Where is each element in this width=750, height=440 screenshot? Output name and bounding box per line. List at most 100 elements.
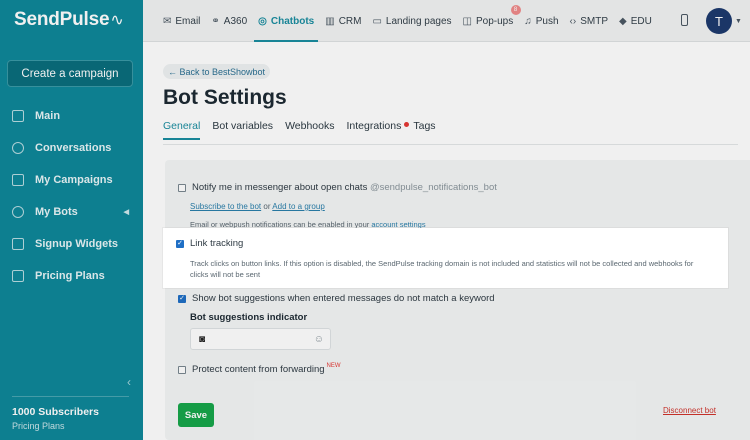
tab-integrations[interactable]: Integrations (346, 120, 410, 140)
notify-row: Notify me in messenger about open chats … (178, 182, 497, 193)
collapse-icon[interactable]: ‹ (127, 375, 131, 389)
popups-badge: 8 (510, 5, 521, 15)
page-title: Bot Settings (163, 86, 287, 109)
crm-icon: ▥ (325, 15, 335, 27)
nav-label: Landing pages (385, 15, 452, 27)
sidebar: SendPulse∿ Create a campaign Main Conver… (0, 0, 143, 440)
sidebar-item-label: My Bots (35, 206, 78, 218)
graduation-icon: ◆ (619, 15, 627, 27)
pricing-plans-link[interactable]: Pricing Plans (12, 421, 65, 431)
create-campaign-button[interactable]: Create a campaign (7, 60, 133, 87)
home-icon (12, 110, 24, 122)
link-tracking-label: Link tracking (190, 238, 244, 249)
tabs: General Bot variables Webhooks Integrati… (163, 120, 448, 140)
bot-icon (12, 206, 24, 218)
sidebar-nav: Main Conversations My Campaigns My Bots ◀… (0, 100, 143, 292)
bell-icon: ♫ (524, 15, 532, 27)
top-nav: ✉ Email ⚭ A360 ◎ Chatbots ▥ CRM ▭ Landing pag… (163, 0, 663, 42)
nav-label: Email (175, 15, 201, 27)
chat-icon: ◎ (258, 15, 267, 27)
chat-icon (12, 142, 24, 154)
nav-smtp[interactable]: ‹› SMTP (570, 0, 608, 42)
sidebar-item-campaigns[interactable]: My Campaigns (0, 164, 143, 196)
suggestions-row: ✓ Show bot suggestions when entered mess… (178, 293, 495, 304)
suggestions-checkbox[interactable]: ✓ (178, 294, 186, 303)
divider (12, 396, 129, 397)
link-tracking-highlight: ✓ Link tracking Track clicks on button l… (163, 228, 728, 288)
sidebar-item-label: Signup Widgets (35, 238, 119, 250)
protect-row: Protect content from forwarding NEW (178, 362, 341, 375)
a360-icon: ⚭ (211, 15, 220, 27)
sidebar-item-main[interactable]: Main (0, 100, 143, 132)
tabs-divider (163, 144, 738, 145)
code-icon: ‹› (569, 15, 577, 27)
suggestions-indicator-label: Bot suggestions indicator (190, 312, 308, 323)
notify-bot-handle: @sendpulse_notifications_bot (369, 182, 497, 193)
nav-push[interactable]: ♫ Push (524, 0, 558, 42)
nav-edu[interactable]: ◆ EDU (619, 0, 652, 42)
link-tracking-checkbox[interactable]: ✓ (176, 239, 184, 248)
subscribers-count: 1000 Subscribers (12, 406, 99, 418)
nav-landing[interactable]: ▭ Landing pages (372, 0, 451, 42)
suggestions-label: Show bot suggestions when entered messag… (192, 293, 495, 304)
tab-tags[interactable]: Tags (413, 120, 435, 140)
nav-label: Pop-ups (476, 15, 514, 27)
sidebar-item-label: Main (35, 110, 61, 122)
subscribe-link[interactable]: Subscribe to the bot (190, 202, 261, 211)
protect-checkbox[interactable] (178, 365, 186, 374)
link-tracking-description: Track clicks on button links. If this op… (190, 259, 694, 279)
sidebar-item-widgets[interactable]: Signup Widgets (0, 228, 143, 260)
nav-chatbots[interactable]: ◎ Chatbots (254, 0, 319, 42)
landing-icon: ▭ (372, 15, 382, 27)
sidebar-item-label: Pricing Plans (35, 270, 105, 282)
caret-left-icon: ◀ (123, 209, 129, 216)
nav-label: SMTP (580, 15, 608, 27)
nav-popups[interactable]: ◫ Pop-ups 8 (462, 0, 521, 42)
settings-card: Notify me in messenger about open chats … (165, 160, 750, 440)
nav-label: A360 (223, 15, 248, 27)
subscribe-row: Subscribe to the bot or Add to a group (190, 201, 325, 212)
campaigns-icon (12, 174, 24, 186)
nav-label: Push (535, 15, 559, 27)
sidebar-item-pricing[interactable]: Pricing Plans (0, 260, 143, 292)
tab-bot-variables[interactable]: Bot variables (212, 120, 273, 140)
logo-text: SendPulse (14, 9, 110, 30)
nav-label: Chatbots (270, 15, 315, 27)
envelope-icon: ✉ (163, 15, 172, 27)
suggestions-indicator-input[interactable]: ◙ ☺ (190, 328, 331, 350)
sidebar-item-label: My Campaigns (35, 174, 113, 186)
smiley-icon[interactable]: ☺ (314, 334, 324, 345)
sidebar-item-conversations[interactable]: Conversations (0, 132, 143, 164)
nav-a360[interactable]: ⚭ A360 (211, 0, 247, 42)
tab-general[interactable]: General (163, 120, 201, 140)
add-group-link[interactable]: Add to a group (272, 202, 324, 211)
sidebar-item-bots[interactable]: My Bots ◀ (0, 196, 143, 228)
chevron-down-icon[interactable]: ▼ (735, 18, 742, 25)
back-link[interactable]: ← Back to BestShowbot (163, 64, 271, 79)
popup-icon: ◫ (462, 15, 472, 27)
nav-email[interactable]: ✉ Email (163, 0, 200, 42)
or-text: or (263, 202, 271, 211)
pricing-icon (12, 270, 24, 282)
save-button[interactable]: Save (178, 403, 214, 427)
new-badge: NEW (326, 362, 341, 369)
top-bar: ✉ Email ⚭ A360 ◎ Chatbots ▥ CRM ▭ Landing pag… (143, 0, 750, 42)
sidebar-item-label: Conversations (35, 142, 112, 154)
link-tracking-row: ✓ Link tracking (176, 238, 243, 249)
notify-checkbox[interactable] (178, 183, 186, 192)
phone-icon[interactable] (681, 14, 688, 26)
widget-icon (12, 238, 24, 250)
notify-label: Notify me in messenger about open chats (192, 182, 368, 193)
avatar[interactable]: T (706, 8, 732, 34)
pulse-icon: ∿ (110, 12, 124, 29)
notification-dot (404, 122, 410, 127)
nav-label: CRM (338, 15, 362, 27)
tab-label: Integrations (346, 120, 402, 132)
bot-emoji-icon: ◙ (199, 334, 206, 345)
nav-crm[interactable]: ▥ CRM (325, 0, 361, 42)
logo[interactable]: SendPulse∿ (14, 9, 124, 31)
disconnect-bot-link[interactable]: Disconnect bot (663, 406, 716, 415)
tab-webhooks[interactable]: Webhooks (285, 120, 334, 140)
nav-label: EDU (630, 15, 652, 27)
protect-label: Protect content from forwarding (192, 364, 325, 375)
